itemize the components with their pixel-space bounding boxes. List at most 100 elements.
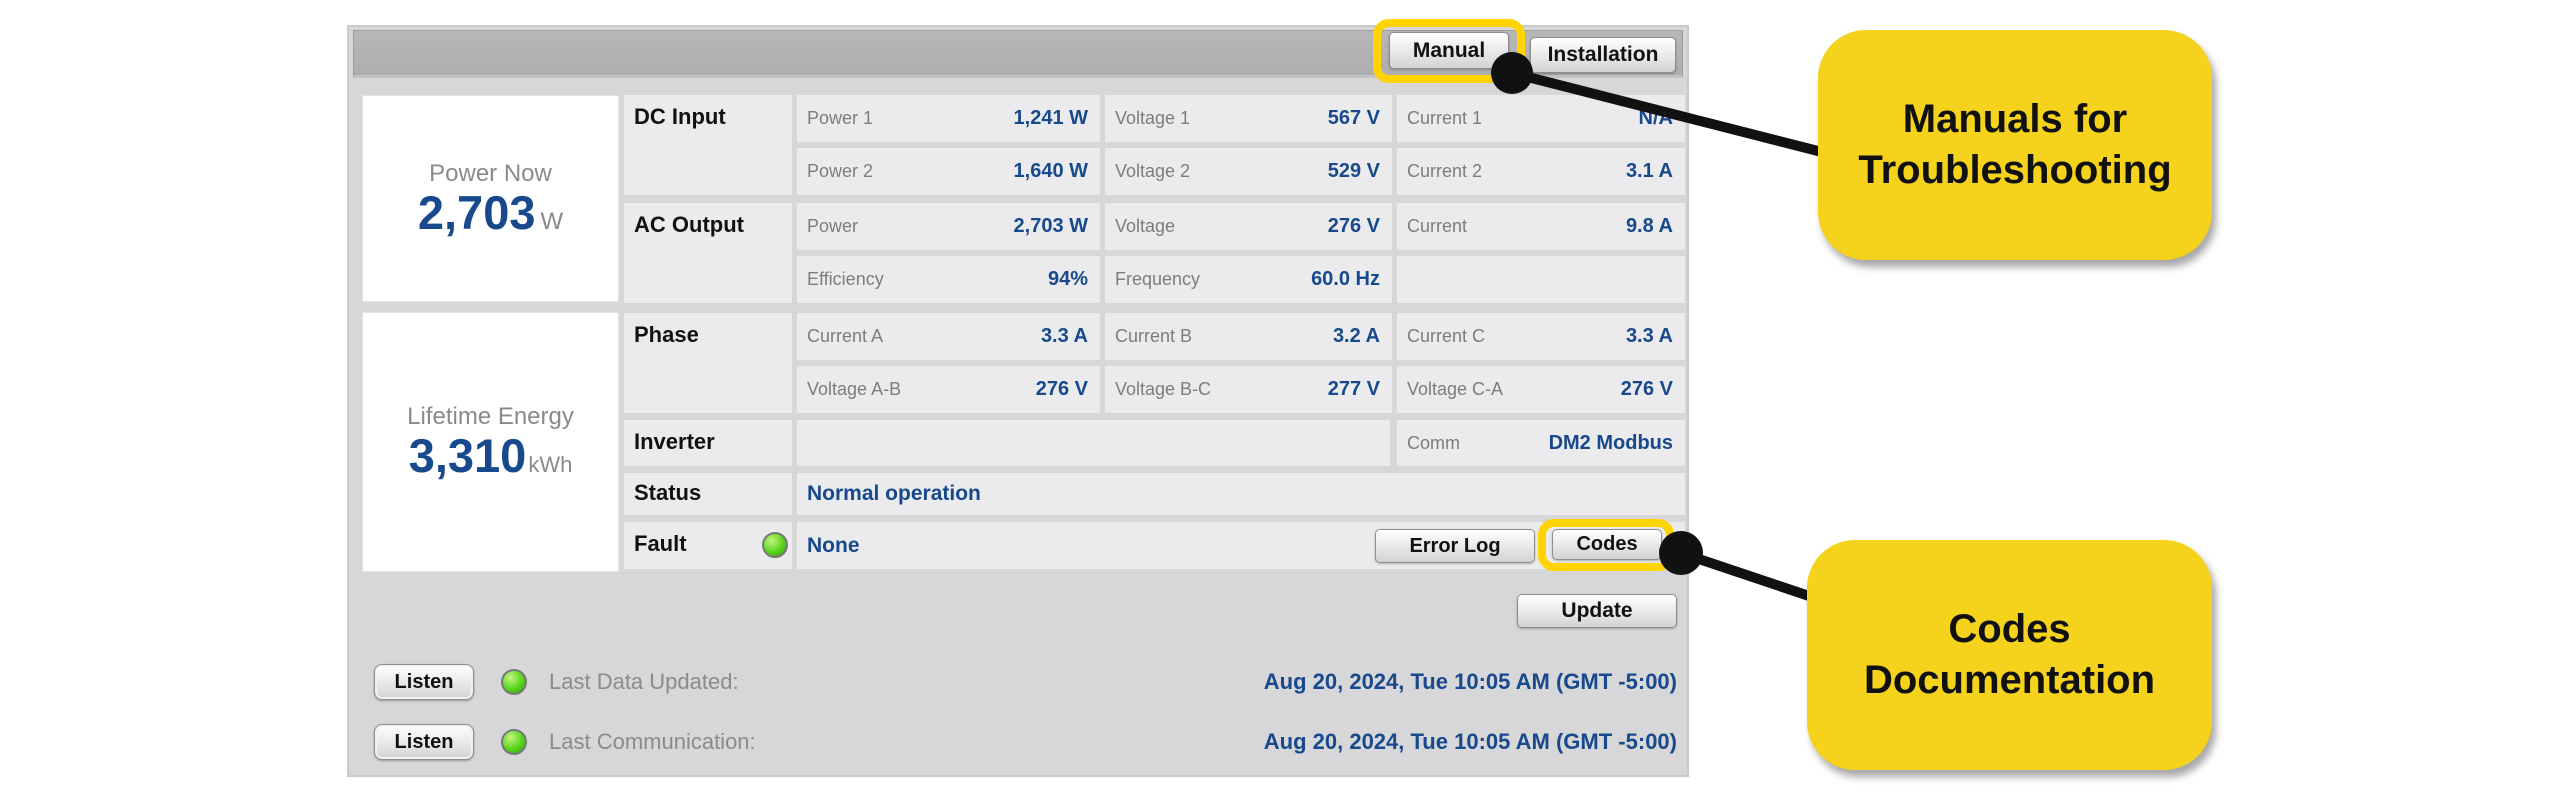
cell-key: Comm [1407, 432, 1460, 453]
status-row: Normal operation [797, 473, 1685, 515]
row-label-dc-input: DC Input [624, 95, 792, 195]
fault-ok-led-icon [762, 532, 788, 558]
cell-key: Current C [1407, 326, 1486, 346]
cell-key: Current B [1115, 326, 1193, 346]
cell-value: 1,241 W [1013, 107, 1088, 129]
lifetime-energy-card: Lifetime Energy 3,310kWh [362, 312, 619, 572]
cell-key: Voltage 2 [1115, 161, 1191, 181]
cell-key: Voltage B-C [1115, 379, 1212, 399]
cell-ac-current: Current 9.8 A [1397, 203, 1685, 250]
cell-voltage2: Voltage 2 529 V [1105, 148, 1392, 195]
cell-value: 276 V [1327, 215, 1380, 237]
callout-text: Documentation [1863, 658, 2156, 702]
lifetime-energy-label: Lifetime Energy [407, 403, 574, 431]
cell-key: Power [807, 216, 859, 236]
connector-line-codes [1679, 548, 1817, 603]
cell-value: 567 V [1327, 107, 1380, 129]
cell-value: 276 V [1620, 378, 1673, 400]
cell-key: Power 2 [807, 161, 874, 181]
callout-text: Codes [1948, 606, 2071, 651]
cell-value: 3.2 A [1332, 325, 1380, 347]
callout-text: Manuals for [1902, 96, 2128, 141]
last-communication-row: Listen Last Communication: Aug 20, 2024,… [374, 723, 1684, 761]
cell-value: 94% [1047, 268, 1088, 290]
row-label-ac-output: AC Output [624, 203, 792, 303]
power-now-label: Power Now [429, 159, 552, 187]
cell-value: DM2 Modbus [1548, 431, 1673, 454]
cell-frequency: Frequency 60.0 Hz [1105, 256, 1392, 303]
row-label-inverter: Inverter [624, 420, 792, 466]
cell-key: Voltage A-B [807, 379, 902, 399]
cell-current1: Current 1 N/A [1397, 95, 1685, 142]
last-communication-value: Aug 20, 2024, Tue 10:05 AM (GMT -5:00) [1263, 729, 1677, 754]
cell-current-b: Current B 3.2 A [1105, 313, 1392, 360]
cell-key: Voltage 1 [1115, 108, 1191, 128]
power-now-number: 2,703 [417, 185, 536, 239]
cell-power2: Power 2 1,640 W [797, 148, 1100, 195]
installation-button[interactable]: Installation [1530, 37, 1676, 73]
power-now-card: Power Now 2,703 W [362, 95, 619, 302]
status-value: Normal operation [807, 482, 981, 505]
power-now-unit: W [540, 207, 564, 235]
cell-key: Frequency [1115, 269, 1201, 289]
cell-key: Current 2 [1407, 161, 1483, 181]
cell-value: 2,703 W [1013, 215, 1088, 237]
cell-ac-voltage: Voltage 276 V [1105, 203, 1392, 250]
cell-key: Current [1407, 216, 1468, 236]
last-data-updated-row: Listen Last Data Updated: Aug 20, 2024, … [374, 663, 1684, 701]
cell-value: 9.8 A [1625, 215, 1673, 237]
error-log-button[interactable]: Error Log [1375, 529, 1535, 563]
manuals-callout: Manuals for Troubleshooting [1818, 30, 2212, 260]
comm-status-led-icon [501, 729, 527, 755]
row-label-phase: Phase [624, 313, 792, 413]
cell-voltage-bc: Voltage B-C 277 V [1105, 366, 1392, 413]
update-button[interactable]: Update [1517, 594, 1677, 628]
cell-current-c: Current C 3.3 A [1397, 313, 1685, 360]
cell-value: 3.3 A [1625, 325, 1673, 347]
cell-empty [1397, 256, 1685, 303]
manual-button[interactable]: Manual [1389, 32, 1509, 69]
cell-efficiency: Efficiency 94% [797, 256, 1100, 303]
row-label-status: Status [624, 473, 792, 515]
cell-value: 60.0 Hz [1311, 268, 1380, 290]
cell-key: Current A [807, 326, 884, 346]
last-data-updated-label: Last Data Updated: [549, 669, 739, 694]
cell-voltage-ab: Voltage A-B 276 V [797, 366, 1100, 413]
cell-value: 529 V [1327, 160, 1380, 182]
last-data-updated-value: Aug 20, 2024, Tue 10:05 AM (GMT -5:00) [1263, 669, 1677, 694]
codes-button[interactable]: Codes [1552, 529, 1662, 560]
listen-button-data[interactable]: Listen [374, 664, 474, 700]
cell-key: Efficiency [807, 269, 884, 289]
cell-key: Current 1 [1407, 108, 1483, 128]
cell-key: Voltage C-A [1407, 379, 1504, 399]
cell-key: Power 1 [807, 108, 874, 128]
cell-voltage1: Voltage 1 567 V [1105, 95, 1392, 142]
cell-power1: Power 1 1,241 W [797, 95, 1100, 142]
cell-key: Voltage [1115, 216, 1176, 236]
lifetime-energy-value: 3,310kWh [409, 431, 573, 480]
cell-current-a: Current A 3.3 A [797, 313, 1100, 360]
callout-text: Troubleshooting [1858, 148, 2172, 192]
inverter-status-panel: Manual Installation Power Now 2,703 W Lif… [347, 19, 1689, 777]
last-communication-label: Last Communication: [549, 729, 756, 754]
cell-voltage-ca: Voltage C-A 276 V [1397, 366, 1685, 413]
cell-ac-power: Power 2,703 W [797, 203, 1100, 250]
cell-inverter-empty [797, 420, 1390, 466]
cell-value: 1,640 W [1013, 160, 1088, 182]
cell-comm: Comm DM2 Modbus [1397, 420, 1685, 466]
power-now-value: 2,703 W [418, 188, 563, 237]
fault-value: None [807, 533, 860, 557]
data-status-led-icon [501, 669, 527, 695]
fault-label-text: Fault [634, 531, 687, 556]
cell-value: 276 V [1035, 378, 1088, 400]
row-label-fault: Fault [624, 522, 792, 569]
cell-value: N/A [1638, 107, 1673, 129]
cell-value: 3.1 A [1625, 160, 1673, 182]
codes-callout: Codes Documentation [1807, 540, 2212, 770]
cell-value: 3.3 A [1040, 325, 1088, 347]
cell-current2: Current 2 3.1 A [1397, 148, 1685, 195]
lifetime-energy-unit: kWh [528, 452, 573, 478]
lifetime-energy-number: 3,310 [408, 429, 527, 483]
listen-button-comm[interactable]: Listen [374, 724, 474, 760]
cell-value: 277 V [1327, 378, 1380, 400]
